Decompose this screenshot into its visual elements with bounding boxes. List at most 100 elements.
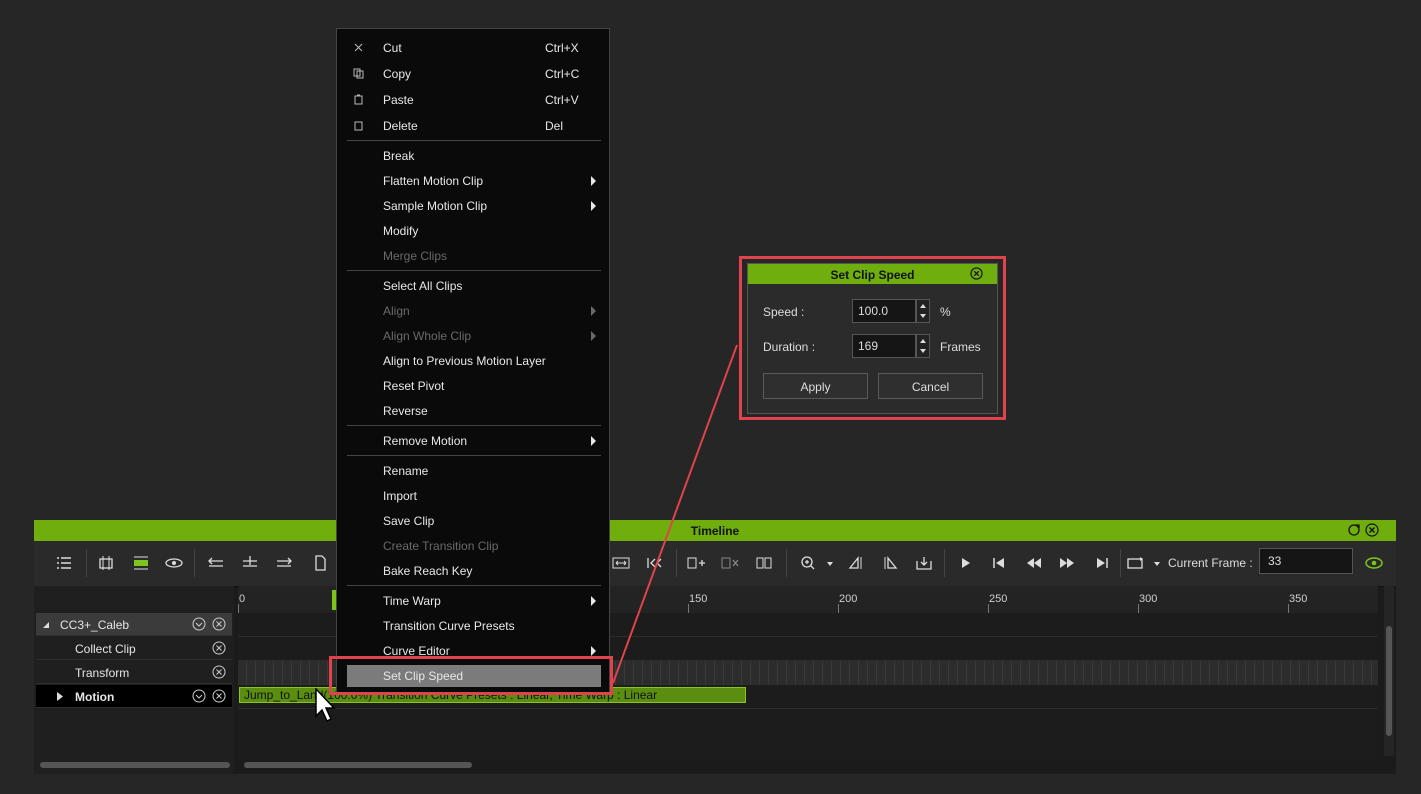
loop-icon[interactable]	[1126, 554, 1146, 572]
collapse-triangle-icon[interactable]	[42, 621, 50, 629]
menu-item-save-clip[interactable]: Save Clip	[347, 510, 601, 532]
ruler-tick-label: 300	[1139, 593, 1158, 605]
menu-item-label: Align	[383, 304, 410, 318]
toolbar-divider	[786, 549, 787, 577]
menu-item-label: Reverse	[383, 404, 428, 418]
fade-out-icon[interactable]	[880, 554, 900, 572]
menu-shortcut: Ctrl+V	[545, 93, 579, 107]
track-list-scrollbar[interactable]	[40, 762, 230, 768]
menu-separator	[347, 425, 601, 426]
motion-layer-icon[interactable]	[131, 554, 151, 572]
previous-frame-icon[interactable]	[989, 554, 1009, 572]
rewind-icon[interactable]	[1024, 554, 1044, 572]
menu-item-reverse[interactable]: Reverse	[347, 400, 601, 422]
insert-clip-icon[interactable]	[686, 554, 706, 572]
close-icon[interactable]	[1365, 523, 1379, 537]
vertical-scrollbar[interactable]	[1384, 586, 1394, 756]
visibility-icon[interactable]	[164, 554, 184, 572]
toolbar-divider	[676, 549, 677, 577]
menu-item-label: Modify	[383, 224, 419, 238]
menu-item-rename[interactable]: Rename	[347, 460, 601, 482]
menu-item-label: Flatten Motion Clip	[383, 174, 484, 188]
timeline-title: Timeline	[690, 524, 740, 538]
next-frame-icon[interactable]	[1092, 554, 1112, 572]
menu-shortcut: Del	[545, 119, 564, 133]
track-close-icon[interactable]	[212, 689, 226, 703]
fade-in-icon[interactable]	[846, 554, 866, 572]
menu-item-label: Remove Motion	[383, 434, 468, 448]
menu-item-cut[interactable]: Cut Ctrl+X	[347, 37, 601, 59]
next-key-icon[interactable]	[274, 554, 294, 572]
menu-item-align: Align	[347, 300, 601, 322]
highlight-box-dialog	[739, 256, 1006, 420]
remove-clip-icon[interactable]	[720, 554, 740, 572]
menu-item-delete[interactable]: Delete Del	[347, 115, 601, 137]
previous-key-icon[interactable]	[206, 554, 226, 572]
menu-item-align-previous-motion-layer[interactable]: Align to Previous Motion Layer	[347, 350, 601, 372]
track-list-icon[interactable]	[54, 554, 74, 572]
submenu-arrow-icon	[591, 306, 596, 316]
menu-item-transition-curve-presets[interactable]: Transition Curve Presets	[347, 615, 601, 637]
loop-dropdown-icon[interactable]	[1147, 554, 1167, 572]
menu-item-label: Import	[383, 489, 418, 503]
menu-item-import[interactable]: Import	[347, 485, 601, 507]
play-icon[interactable]	[955, 554, 975, 572]
collect-clip-icon[interactable]	[96, 554, 116, 572]
timeline-horizontal-scrollbar[interactable]	[244, 762, 472, 768]
export-icon[interactable]	[914, 554, 934, 572]
menu-item-select-all-clips[interactable]: Select All Clips	[347, 275, 601, 297]
menu-item-flatten-motion-clip[interactable]: Flatten Motion Clip	[347, 170, 601, 192]
current-frame-input[interactable]	[1259, 548, 1353, 574]
fast-forward-icon[interactable]	[1057, 554, 1077, 572]
highlight-box-menu-item	[329, 656, 613, 695]
track-collect-clip[interactable]: Collect Clip	[36, 637, 232, 660]
split-clip-icon[interactable]	[754, 554, 774, 572]
track-close-icon[interactable]	[212, 665, 226, 679]
add-key-icon[interactable]	[240, 554, 260, 572]
menu-item-reset-pivot[interactable]: Reset Pivot	[347, 375, 601, 397]
fit-range-icon[interactable]	[611, 554, 631, 572]
ruler-tick	[988, 604, 989, 613]
track-close-icon[interactable]	[212, 617, 226, 631]
track-options-icon[interactable]	[192, 617, 206, 631]
menu-item-remove-motion[interactable]: Remove Motion	[347, 430, 601, 452]
track-close-icon[interactable]	[212, 641, 226, 655]
document-icon[interactable]	[310, 554, 330, 572]
expand-triangle-icon[interactable]	[56, 692, 64, 701]
timeline-window: Timeline Current Frame: 33 CC3+_Caleb C…	[34, 520, 1396, 774]
eye-icon[interactable]	[1364, 554, 1384, 572]
menu-item-break[interactable]: Break	[347, 145, 601, 167]
menu-item-paste[interactable]: Paste Ctrl+V	[347, 89, 601, 111]
cut-icon	[354, 43, 363, 52]
menu-item-label: Paste	[383, 93, 414, 107]
ruler-tick-label: 200	[839, 593, 858, 605]
menu-item-create-transition-clip: Create Transition Clip	[347, 535, 601, 557]
menu-item-label: Time Warp	[383, 594, 441, 608]
menu-item-label: Select All Clips	[383, 279, 463, 293]
menu-item-sample-motion-clip[interactable]: Sample Motion Clip	[347, 195, 601, 217]
zoom-icon[interactable]	[799, 554, 819, 572]
track-character[interactable]: CC3+_Caleb	[36, 613, 232, 636]
track-motion[interactable]: Motion	[36, 685, 232, 708]
menu-item-time-warp[interactable]: Time Warp	[347, 590, 601, 612]
toolbar-divider	[1120, 549, 1121, 577]
collect-clip-label: Collect Clip	[75, 642, 136, 656]
refresh-icon[interactable]	[1347, 523, 1361, 537]
menu-item-bake-reach-key[interactable]: Bake Reach Key	[347, 560, 601, 582]
menu-item-label: Break	[383, 149, 415, 163]
menu-item-label: Align to Previous Motion Layer	[383, 354, 546, 368]
menu-item-copy[interactable]: Copy Ctrl+C	[347, 63, 601, 85]
menu-item-modify[interactable]: Modify	[347, 220, 601, 242]
delete-icon	[354, 121, 363, 131]
ruler-tick	[238, 604, 239, 613]
submenu-arrow-icon	[591, 331, 596, 341]
track-transform[interactable]: Transform	[36, 661, 232, 684]
go-start-icon[interactable]	[645, 554, 665, 572]
track-options-icon[interactable]	[192, 689, 206, 703]
menu-separator	[347, 140, 601, 141]
menu-item-label: Reset Pivot	[383, 379, 445, 393]
zoom-dropdown-icon[interactable]	[820, 554, 840, 572]
menu-separator	[347, 585, 601, 586]
ruler-tick	[1288, 604, 1289, 613]
scrollbar-thumb[interactable]	[1386, 626, 1392, 736]
